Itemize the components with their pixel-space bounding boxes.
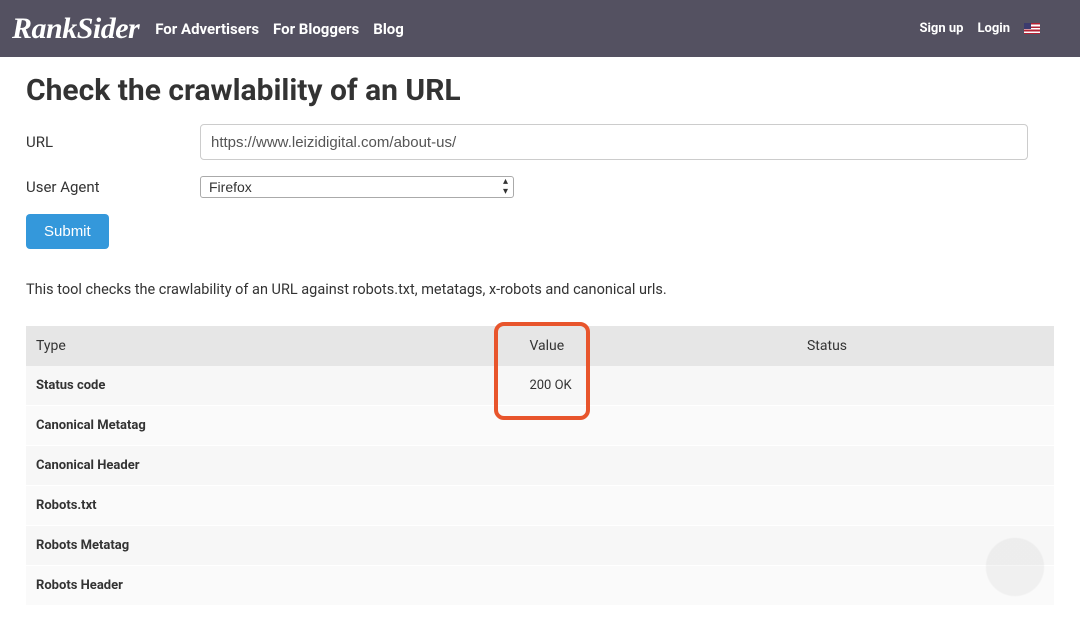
cell-value [519, 446, 797, 486]
main-container: Check the crawlability of an URL URL Use… [0, 57, 1080, 606]
nav-signup[interactable]: Sign up [919, 21, 963, 36]
url-input[interactable] [200, 124, 1028, 160]
form-row-user-agent: User Agent Firefox ▴▾ [26, 176, 1054, 198]
ua-label: User Agent [26, 178, 200, 196]
cell-type: Canonical Metatag [26, 406, 519, 446]
ua-select[interactable]: Firefox [200, 176, 514, 198]
language-flag-icon[interactable] [1024, 23, 1040, 34]
brand-logo[interactable]: RankSider [10, 12, 145, 46]
table-row: Canonical Header [26, 446, 1054, 486]
nav-bloggers[interactable]: For Bloggers [273, 20, 359, 38]
cell-value [519, 526, 797, 566]
cell-status [797, 566, 1054, 606]
cell-status [797, 366, 1054, 406]
primary-nav: For Advertisers For Bloggers Blog [155, 20, 404, 38]
table-row: Canonical Metatag [26, 406, 1054, 446]
cell-type: Canonical Header [26, 446, 519, 486]
table-row: Robots.txt [26, 486, 1054, 526]
col-status: Status [797, 326, 1054, 366]
cell-value [519, 566, 797, 606]
page-title: Check the crawlability of an URL [26, 73, 1054, 108]
results-table: Type Value Status Status code 200 OK Can… [26, 326, 1054, 606]
cell-type: Robots Metatag [26, 526, 519, 566]
cell-status [797, 486, 1054, 526]
cell-status [797, 446, 1054, 486]
tool-description: This tool checks the crawlability of an … [26, 281, 1054, 298]
cell-status [797, 526, 1054, 566]
col-value: Value [519, 326, 797, 366]
col-type: Type [26, 326, 519, 366]
url-label: URL [26, 133, 200, 151]
cell-type: Robots.txt [26, 486, 519, 526]
cell-type: Status code [26, 366, 519, 406]
cell-type: Robots Header [26, 566, 519, 606]
results-table-wrap: Type Value Status Status code 200 OK Can… [26, 326, 1054, 606]
cell-status [797, 406, 1054, 446]
table-row: Robots Header [26, 566, 1054, 606]
form-row-submit: Submit [26, 214, 1054, 249]
form-row-url: URL [26, 124, 1054, 160]
submit-button[interactable]: Submit [26, 214, 109, 249]
nav-blog[interactable]: Blog [373, 20, 404, 38]
topbar: RankSider For Advertisers For Bloggers B… [0, 0, 1080, 57]
ua-select-wrap: Firefox ▴▾ [200, 176, 514, 198]
cell-value: 200 OK [519, 366, 797, 406]
cell-value [519, 406, 797, 446]
secondary-nav: Sign up Login [919, 21, 1070, 36]
cell-value [519, 486, 797, 526]
table-row: Status code 200 OK [26, 366, 1054, 406]
nav-advertisers[interactable]: For Advertisers [155, 20, 259, 38]
table-row: Robots Metatag [26, 526, 1054, 566]
nav-login[interactable]: Login [977, 21, 1010, 36]
